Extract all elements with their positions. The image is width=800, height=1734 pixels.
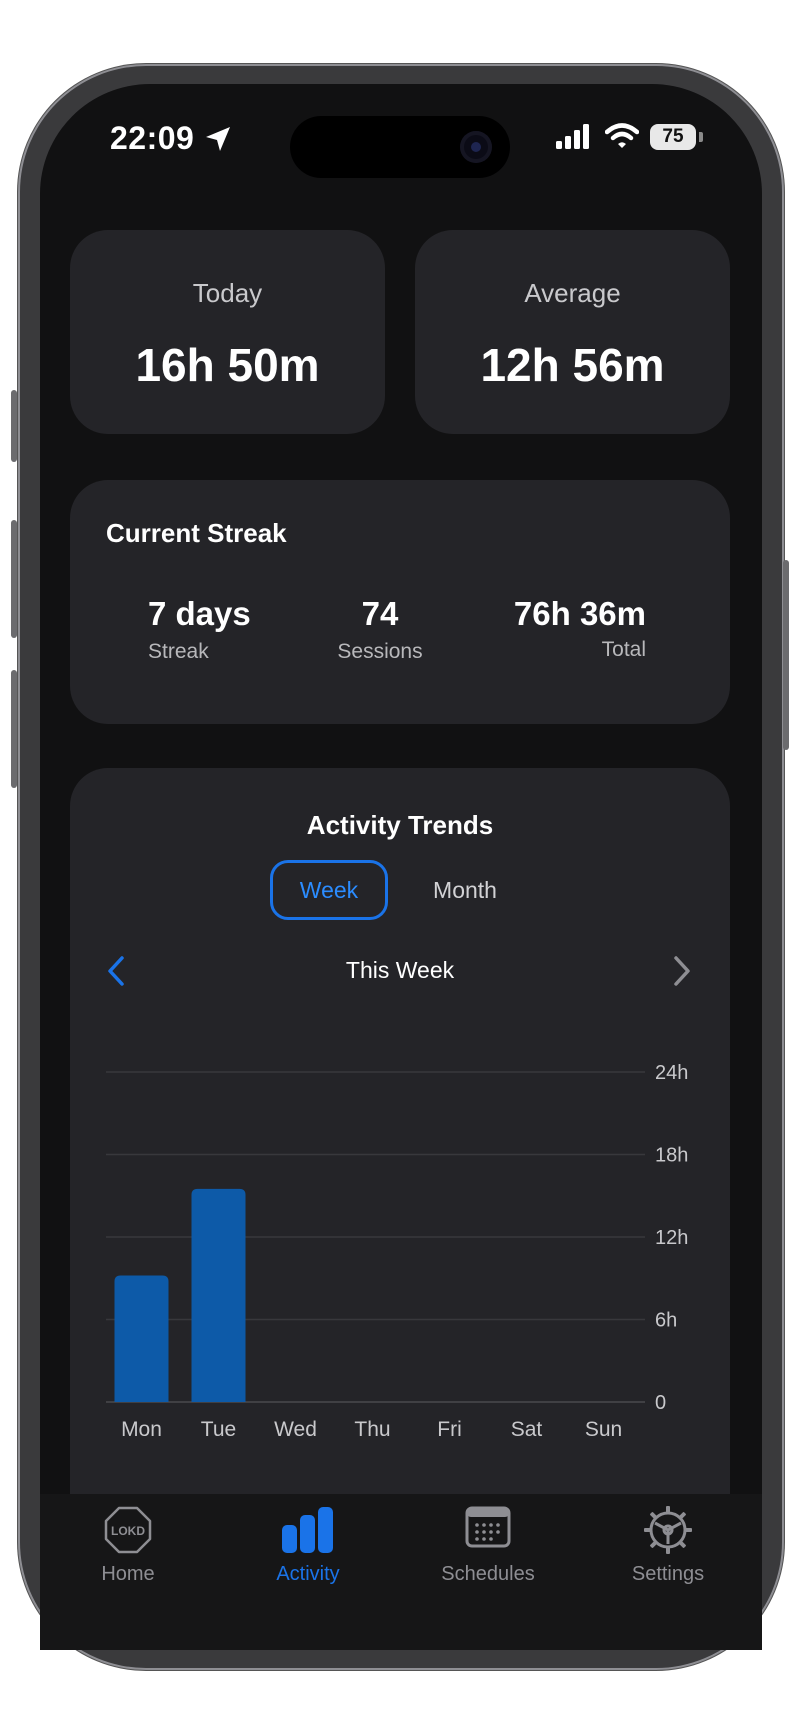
activity-trends-card: [70, 768, 730, 1528]
streak-title: Current Streak: [106, 518, 287, 548]
action-button: [11, 390, 17, 462]
gear-icon: [644, 1506, 692, 1554]
tab-settings-label: Settings: [631, 1563, 705, 1585]
power-button: [783, 560, 789, 750]
location-arrow-icon: [206, 127, 230, 151]
status-time: 22:09: [110, 120, 195, 156]
streak-days-value: 7 days: [148, 595, 251, 632]
bar-chart-icon: [282, 1507, 333, 1553]
previous-period-chevron-icon[interactable]: [104, 954, 128, 988]
tab-activity-label: Activity: [276, 1563, 340, 1585]
sessions-value: 74: [361, 595, 399, 632]
tab-activity[interactable]: Activity: [228, 1505, 388, 1586]
average-card: Average 12h 56m: [415, 230, 730, 434]
battery-tip: [699, 132, 703, 142]
total-value: 76h 36m: [513, 595, 646, 632]
tab-settings[interactable]: Settings: [588, 1505, 748, 1586]
volume-down-button: [11, 670, 17, 788]
tab-home-label: Home: [101, 1563, 155, 1585]
period-label: This Week: [345, 957, 455, 983]
today-card: Today 16h 50m: [70, 230, 385, 434]
week-segment-button[interactable]: Week: [270, 860, 388, 920]
tab-schedules[interactable]: Schedules: [408, 1505, 568, 1586]
battery-level: 75: [650, 124, 696, 150]
svg-text:LOKD: LOKD: [111, 1524, 145, 1538]
today-value: 16h 50m: [135, 339, 320, 391]
month-segment-button[interactable]: Month: [410, 860, 520, 920]
cellular-signal-icon: [556, 124, 589, 149]
today-label: Today: [192, 278, 263, 308]
volume-up-button: [11, 520, 17, 638]
status-bar: 22:09 75: [0, 120, 800, 160]
average-value: 12h 56m: [480, 339, 665, 391]
tab-schedules-label: Schedules: [441, 1563, 535, 1585]
total-label: Total: [601, 638, 646, 661]
streak-days-label: Streak: [148, 640, 209, 663]
next-period-chevron-icon[interactable]: [670, 954, 694, 988]
activity-trends-title: Activity Trends: [306, 810, 494, 840]
home-logo-icon: LOKD: [104, 1506, 152, 1554]
sessions-label: Sessions: [337, 640, 423, 663]
wifi-icon: [605, 123, 639, 148]
calendar-icon: [465, 1506, 511, 1548]
tab-home[interactable]: LOKD Home: [48, 1505, 208, 1586]
average-label: Average: [524, 278, 621, 308]
